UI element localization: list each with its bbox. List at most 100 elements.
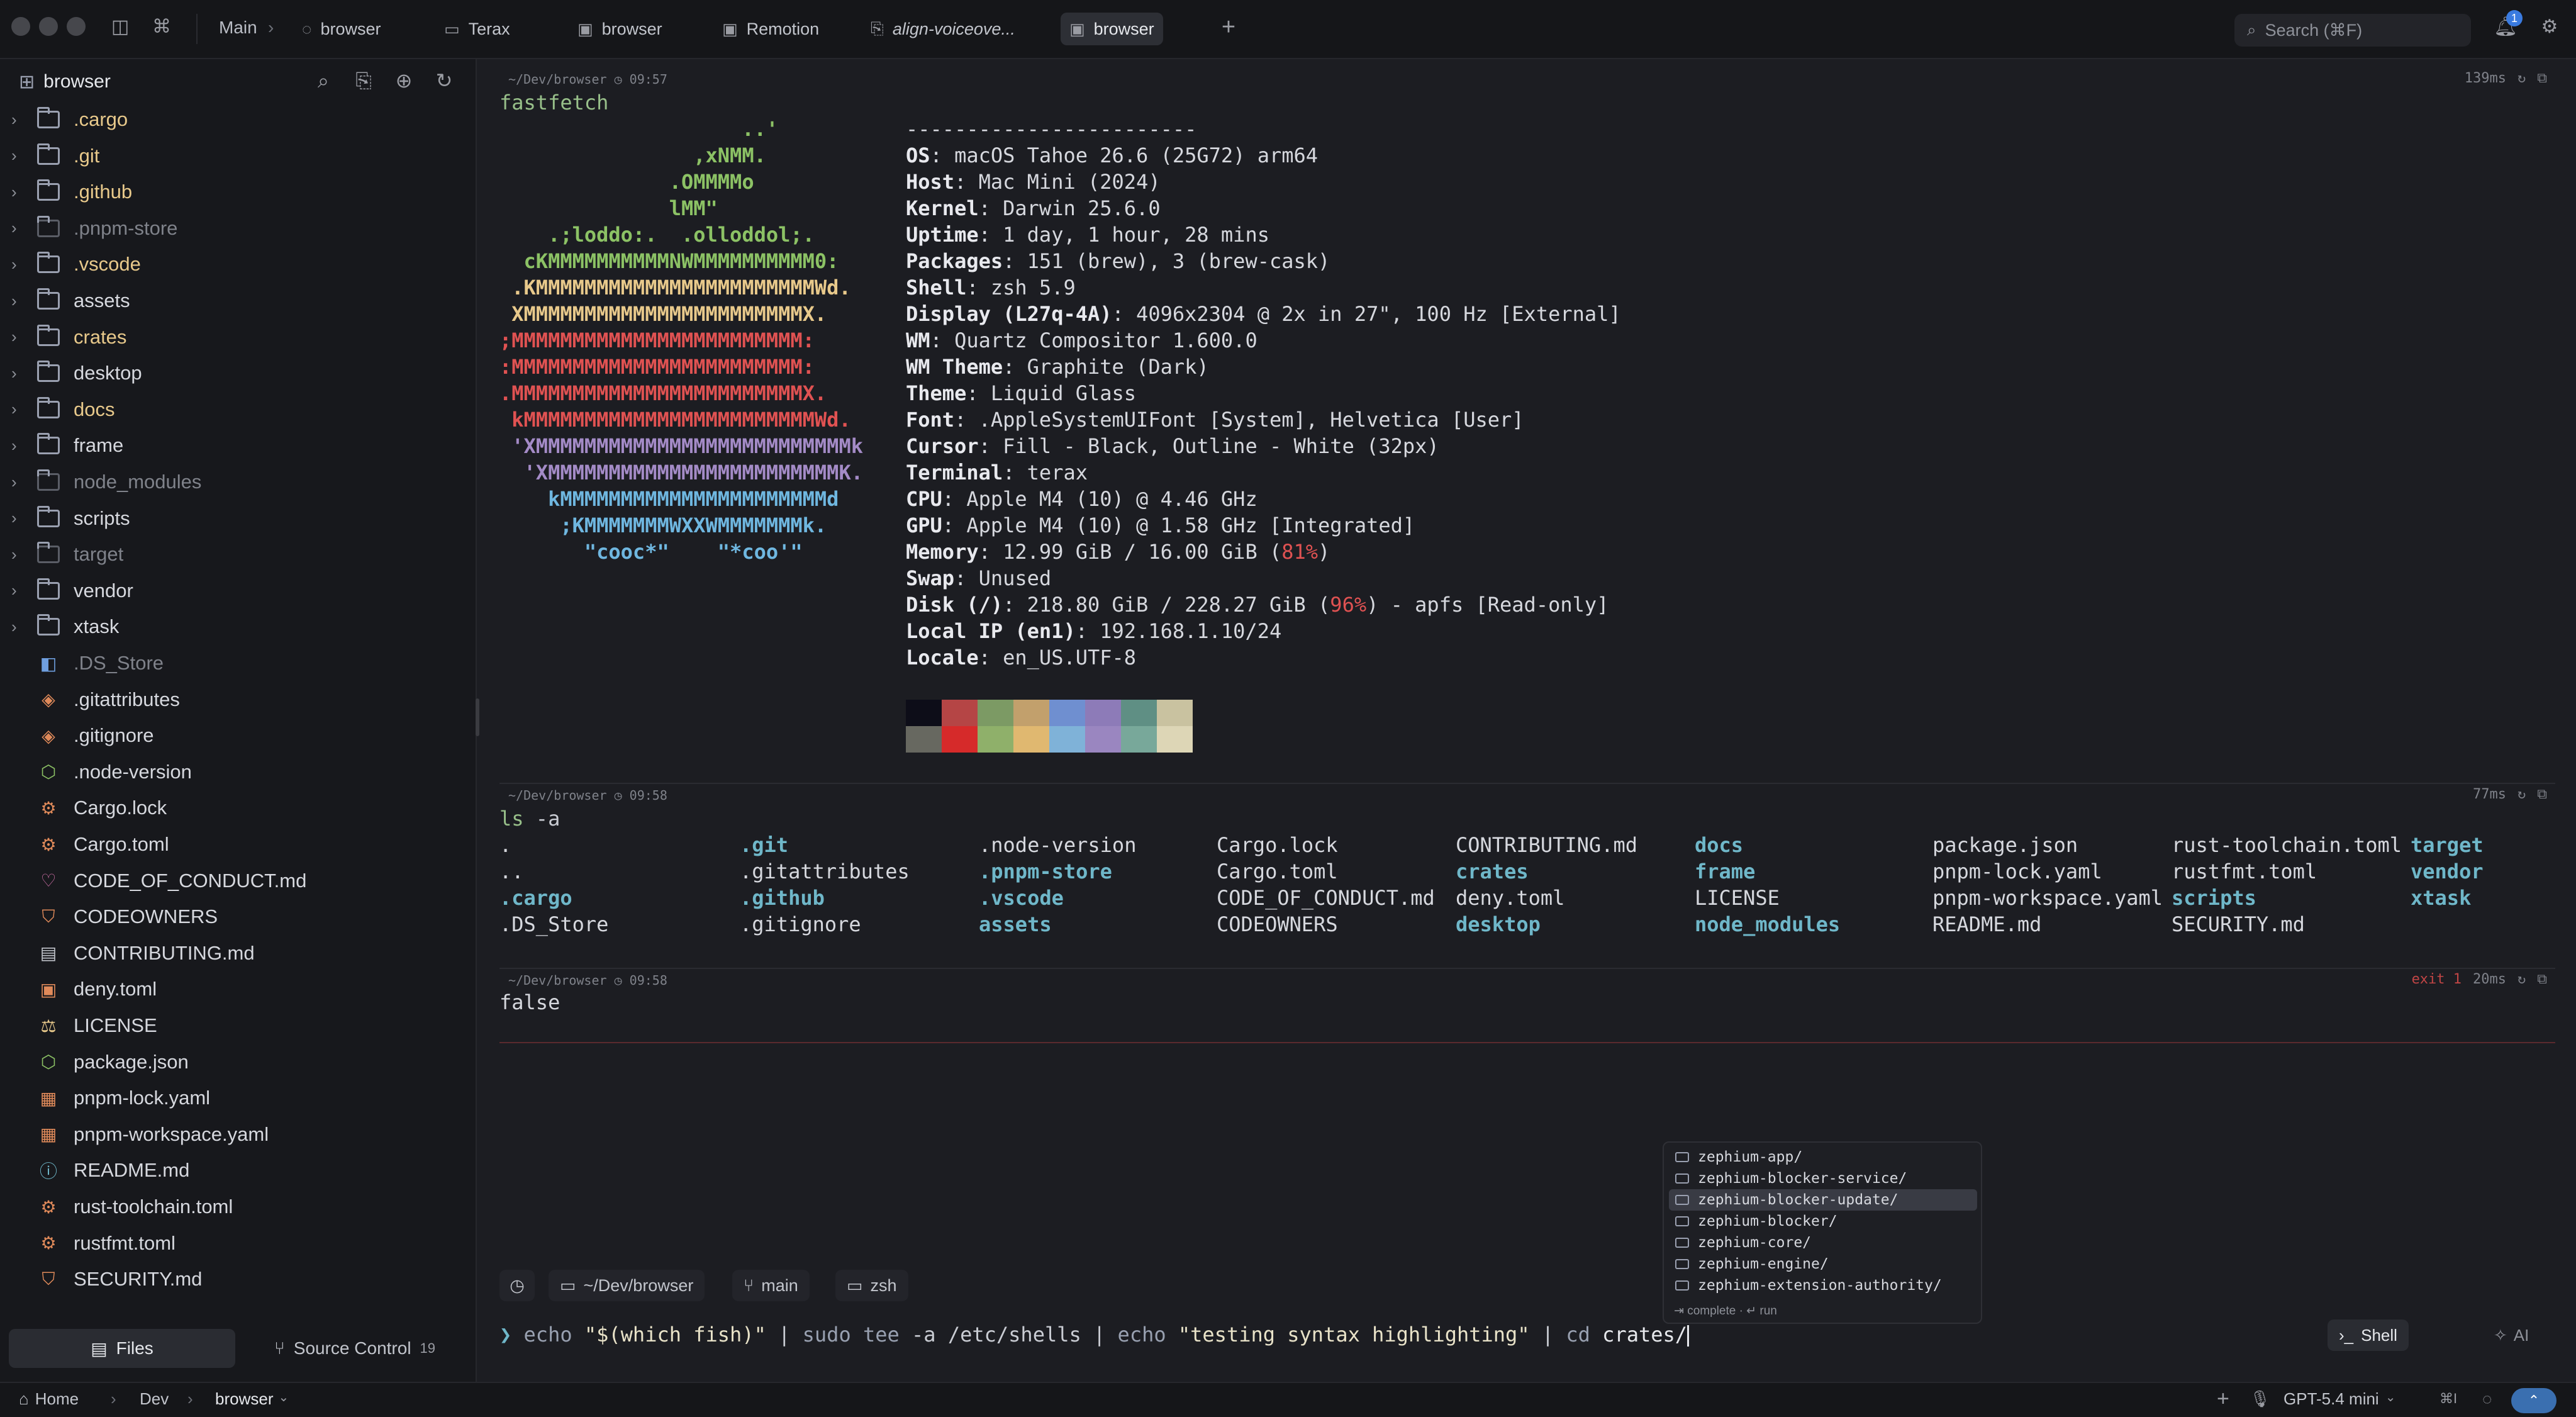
add-icon[interactable]: + <box>2217 1387 2229 1411</box>
tab-4[interactable]: ⎘ align-voiceove... <box>862 13 1024 45</box>
new-folder-icon[interactable]: ⊕ <box>391 67 416 94</box>
folder-item[interactable]: › crates <box>0 320 476 355</box>
file-item[interactable]: ◈ .gitattributes <box>0 682 476 717</box>
tab-source-control[interactable]: ⑂ Source Control 19 <box>242 1329 468 1368</box>
folder-item[interactable]: › target <box>0 537 476 572</box>
git-branch-chip[interactable]: ⑂ main <box>732 1270 810 1301</box>
search-files-icon[interactable]: ⌕ <box>311 67 336 94</box>
microphone-icon[interactable]: 🎙︎ <box>2250 1389 2270 1409</box>
command-icon[interactable]: ⌘ <box>151 16 172 38</box>
chevron-right-icon[interactable]: › <box>11 617 17 637</box>
copy-icon[interactable]: ⧉ <box>2537 787 2547 802</box>
chevron-right-icon[interactable]: › <box>11 581 17 600</box>
file-item[interactable]: ⚙ Cargo.lock <box>0 790 476 826</box>
model-selector[interactable]: GPT-5.4 mini ⌄ <box>2283 1389 2395 1409</box>
folder-item[interactable]: › scripts <box>0 501 476 536</box>
cwd-chip[interactable]: ▭ ~/Dev/browser <box>549 1270 705 1301</box>
file-item[interactable]: ▦ pnpm-lock.yaml <box>0 1080 476 1116</box>
shell-mode-button[interactable]: ›_ Shell <box>2328 1319 2409 1351</box>
file-item[interactable]: ♡ CODE_OF_CONDUCT.md <box>0 863 476 899</box>
chevron-right-icon[interactable]: › <box>11 327 17 347</box>
completion-item[interactable]: zephium-blocker/ <box>1669 1211 1977 1232</box>
chevron-right-icon[interactable]: › <box>11 436 17 456</box>
chevron-right-icon[interactable]: › <box>11 545 17 564</box>
completion-item[interactable]: zephium-blocker-update/ <box>1669 1189 1977 1211</box>
folder-item[interactable]: › xtask <box>0 609 476 644</box>
sidebar-toggle-icon[interactable]: ◫ <box>109 16 131 38</box>
chevron-right-icon[interactable]: › <box>11 182 17 202</box>
completion-item[interactable]: zephium-core/ <box>1669 1232 1977 1253</box>
folder-item[interactable]: › assets <box>0 283 476 318</box>
file-item[interactable]: ⛉ CODEOWNERS <box>0 899 476 934</box>
file-item[interactable]: ⚙ Cargo.toml <box>0 827 476 862</box>
folder-item[interactable]: › node_modules <box>0 464 476 500</box>
chevron-right-icon[interactable]: › <box>11 110 17 130</box>
folder-item[interactable]: › vendor <box>0 573 476 608</box>
completion-item[interactable]: zephium-extension-authority/ <box>1669 1275 1977 1296</box>
file-item[interactable]: ⓘ README.md <box>0 1153 476 1188</box>
chevron-right-icon[interactable]: › <box>11 508 17 528</box>
minimize-window-button[interactable] <box>39 17 58 36</box>
breadcrumb-home[interactable]: ⌂ Home <box>19 1389 79 1409</box>
folder-item[interactable]: › frame <box>0 428 476 463</box>
breadcrumb-dev[interactable]: Dev <box>140 1389 169 1409</box>
ai-mode-button[interactable]: ✧ AI <box>2485 1319 2538 1351</box>
copy-icon[interactable]: ⧉ <box>2537 972 2547 987</box>
file-item[interactable]: ⚙ rustfmt.toml <box>0 1226 476 1261</box>
folder-item[interactable]: › docs <box>0 392 476 427</box>
file-item[interactable]: ▦ pnpm-workspace.yaml <box>0 1117 476 1152</box>
chevron-right-icon[interactable]: › <box>11 400 17 419</box>
tab-2[interactable]: ▣ browser <box>569 13 671 45</box>
file-item[interactable]: ◈ .gitignore <box>0 718 476 753</box>
tab-5[interactable]: ▣ browser <box>1061 13 1163 45</box>
folder-item[interactable]: › .github <box>0 174 476 210</box>
history-icon[interactable]: ◷ <box>499 1270 535 1301</box>
shell-chip[interactable]: ▭ zsh <box>835 1270 908 1301</box>
gear-icon[interactable]: ⚙ <box>2539 16 2560 38</box>
search-input[interactable]: ⌕ Search (⌘F) <box>2234 14 2471 47</box>
file-item[interactable]: ⬡ package.json <box>0 1045 476 1080</box>
completion-item[interactable]: zephium-blocker-service/ <box>1669 1168 1977 1189</box>
breadcrumb-main[interactable]: Main <box>219 18 257 38</box>
chevron-right-icon[interactable]: › <box>11 291 17 311</box>
rerun-icon[interactable]: ↻ <box>2517 70 2526 86</box>
rerun-icon[interactable]: ↻ <box>2517 787 2526 802</box>
folder-item[interactable]: › .vscode <box>0 247 476 282</box>
file-item[interactable]: ⛉ SECURITY.md <box>0 1262 476 1297</box>
tab-1[interactable]: ▭ Terax <box>435 13 519 45</box>
info-value: Apple M4 (10) @ 1.58 GHz [Integrated] <box>966 513 1415 537</box>
chevron-right-icon[interactable]: › <box>11 364 17 383</box>
new-file-icon[interactable]: ⎘ <box>351 67 376 94</box>
tab-0[interactable]: ◌ browser <box>293 13 389 45</box>
tab-3[interactable]: ▣ Remotion <box>713 13 828 45</box>
chat-icon[interactable]: ◌ <box>2482 1389 2492 1409</box>
chevron-right-icon[interactable]: › <box>11 473 17 492</box>
rerun-icon[interactable]: ↻ <box>2517 972 2526 987</box>
folder-item[interactable]: › .pnpm-store <box>0 211 476 246</box>
file-item[interactable]: ⚖ LICENSE <box>0 1008 476 1043</box>
completion-item[interactable]: zephium-app/ <box>1669 1146 1977 1168</box>
sidebar-resize-handle[interactable] <box>476 698 479 736</box>
copy-icon[interactable]: ⧉ <box>2537 70 2547 86</box>
chevron-right-icon[interactable]: › <box>11 255 17 274</box>
terminal-pane[interactable]: ~/Dev/browser ◷ 09:57 139ms ↻ ⧉ fastfetc… <box>478 59 2576 1397</box>
file-item[interactable]: ▤ CONTRIBUTING.md <box>0 936 476 971</box>
completion-item[interactable]: zephium-engine/ <box>1669 1253 1977 1275</box>
tab-files[interactable]: ▤ Files <box>9 1329 235 1368</box>
chevron-right-icon[interactable]: › <box>11 218 17 238</box>
ai-panel-toggle[interactable]: ⌃ <box>2511 1388 2556 1413</box>
file-item[interactable]: ⬡ .node-version <box>0 754 476 790</box>
zoom-window-button[interactable] <box>67 17 86 36</box>
folder-item[interactable]: › .git <box>0 138 476 174</box>
file-item[interactable]: ⚙ rust-toolchain.toml <box>0 1189 476 1224</box>
file-item[interactable]: ▣ deny.toml <box>0 972 476 1007</box>
breadcrumb-current[interactable]: browser ⌄ <box>215 1389 289 1409</box>
chevron-right-icon[interactable]: › <box>11 146 17 165</box>
command-input[interactable]: ❯ echo "$(which fish)" | sudo tee -a /et… <box>499 1323 1690 1347</box>
new-tab-button[interactable]: + <box>1218 15 1239 39</box>
file-item[interactable]: ◧ .DS_Store <box>0 646 476 681</box>
folder-item[interactable]: › .cargo <box>0 102 476 137</box>
folder-item[interactable]: › desktop <box>0 356 476 391</box>
refresh-icon[interactable]: ↻ <box>432 67 457 94</box>
close-window-button[interactable] <box>11 17 30 36</box>
